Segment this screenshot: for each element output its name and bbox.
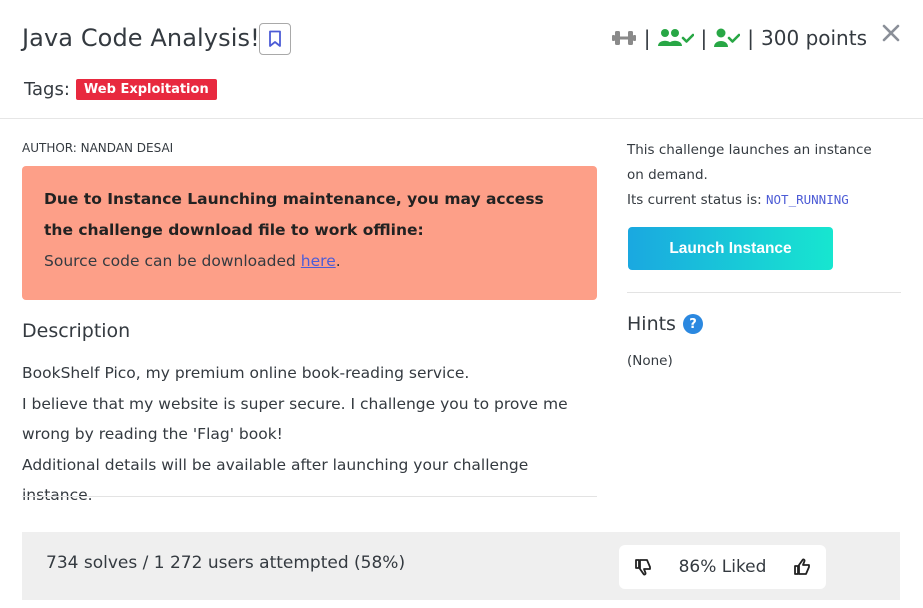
alert-heading: Due to Instance Launching maintenance, y… (44, 190, 544, 239)
divider (627, 292, 901, 293)
description-title: Description (22, 320, 131, 342)
alert-text-suffix: . (335, 252, 341, 270)
solve-stats: 734 solves / 1 272 users attempted (58%) (46, 553, 406, 573)
tags-row: Tags: Web Exploitation (24, 79, 217, 100)
user-check-icon (714, 28, 741, 47)
launch-note: This challenge launches an instance on d… (627, 142, 872, 183)
question-circle-icon[interactable]: ? (682, 314, 703, 334)
description-line: BookShelf Pico, my premium online book-r… (22, 364, 470, 382)
alert-message: Source code can be downloaded here. (44, 252, 575, 270)
challenge-header: Java Code Analysis!?! | | | 300 points T… (0, 0, 923, 119)
status-label: Its current status is: (627, 192, 766, 208)
points-value: 300 points (761, 26, 867, 50)
users-check-icon (657, 29, 694, 46)
status-value: NOT_RUNNING (766, 192, 849, 207)
description-line: I believe that my website is super secur… (22, 394, 568, 444)
rating-box: 86% Liked (619, 545, 826, 589)
thumbs-down-icon[interactable] (633, 557, 653, 577)
meta-separator: | (643, 26, 651, 50)
challenge-meta: | | | 300 points (611, 26, 867, 50)
bookmark-icon (269, 30, 281, 47)
meta-separator: | (747, 26, 755, 50)
instance-status: Its current status is: NOT_RUNNING (627, 192, 849, 208)
hints-title: Hints (627, 313, 676, 335)
tag-badge[interactable]: Web Exploitation (75, 79, 217, 100)
thumbs-up-icon[interactable] (792, 557, 812, 577)
meta-separator: | (700, 26, 708, 50)
launch-instance-button[interactable]: Launch Instance (628, 227, 833, 270)
tags-label: Tags: (24, 79, 70, 100)
alert-text-prefix: Source code can be downloaded (44, 252, 301, 270)
download-link[interactable]: here (301, 252, 336, 270)
description-body: BookShelf Pico, my premium online book-r… (22, 358, 597, 511)
close-icon[interactable] (882, 24, 900, 42)
stats-footer: 734 solves / 1 272 users attempted (58%)… (22, 532, 900, 600)
divider (22, 496, 597, 497)
hints-heading: Hints ? (627, 313, 703, 335)
bookmark-button[interactable] (259, 23, 291, 55)
challenge-title: Java Code Analysis!?! (22, 24, 283, 52)
description-line: Additional details will be available aft… (22, 455, 529, 505)
hints-value: (None) (627, 353, 673, 369)
dumbbell-icon (611, 31, 636, 45)
author-line: AUTHOR: NANDAN DESAI (22, 141, 174, 155)
liked-percentage: 86% Liked (678, 557, 767, 577)
maintenance-alert: Due to Instance Launching maintenance, y… (22, 166, 597, 300)
